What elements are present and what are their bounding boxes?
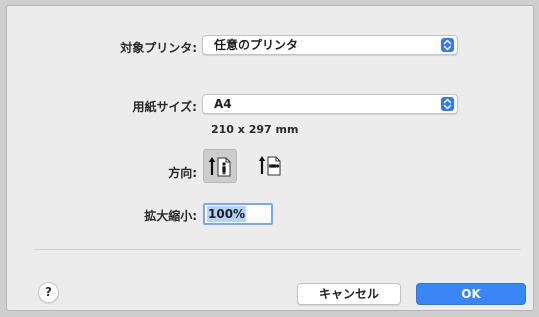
printer-label: 対象プリンタ: <box>120 41 197 55</box>
up-down-chevron-icon <box>441 38 454 52</box>
printer-select[interactable]: 任意のプリンタ <box>202 35 458 55</box>
cancel-button[interactable]: キャンセル <box>297 283 401 305</box>
orientation-portrait-button[interactable] <box>203 149 237 183</box>
paper-size-select-value: A4 <box>214 97 232 111</box>
landscape-orientation-icon <box>253 149 287 181</box>
portrait-orientation-icon <box>204 150 236 182</box>
paper-dimensions: 210 x 297 mm <box>211 123 299 136</box>
separator <box>35 249 521 250</box>
scale-label: 拡大縮小: <box>144 209 197 223</box>
orientation-landscape-button[interactable] <box>253 149 287 183</box>
ok-button[interactable]: OK <box>416 283 526 305</box>
scale-input[interactable]: 100% <box>203 203 273 225</box>
scale-input-value: 100% <box>207 206 247 222</box>
printer-select-value: 任意のプリンタ <box>214 38 299 52</box>
orientation-label: 方向: <box>168 166 197 180</box>
paper-size-select[interactable]: A4 <box>202 94 458 114</box>
paper-size-label: 用紙サイズ: <box>132 100 197 114</box>
help-button[interactable]: ? <box>38 282 59 303</box>
page-setup-dialog: 対象プリンタ: 任意のプリンタ 用紙サイズ: A4 210 x 297 mm 方… <box>6 5 534 311</box>
up-down-chevron-icon <box>441 97 454 111</box>
